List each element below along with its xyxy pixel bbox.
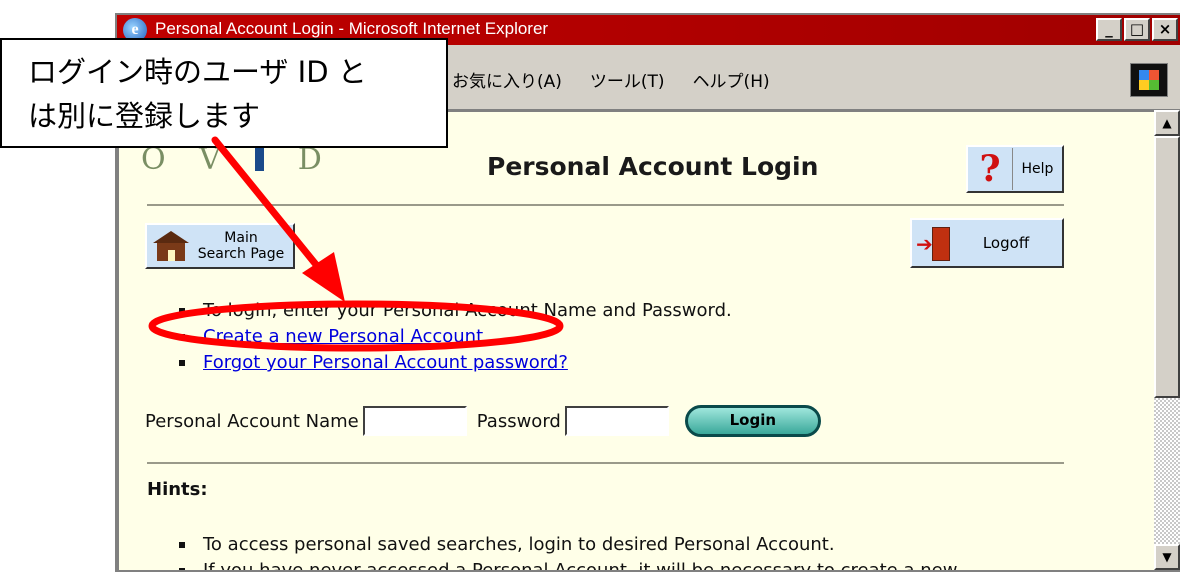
help-label: Help — [1021, 161, 1054, 177]
list-item: Create a new Personal Account — [179, 324, 732, 350]
list-item: To access personal saved searches, login… — [179, 532, 957, 558]
login-form: Personal Account Name Password Login — [145, 405, 821, 437]
instructions-list: To login, enter your Personal Account Na… — [179, 298, 732, 376]
scroll-thumb[interactable] — [1154, 136, 1180, 398]
main-search-label: Main Search Page — [197, 230, 285, 262]
exit-door-icon: ➔ — [916, 223, 950, 263]
divider — [147, 462, 1064, 464]
login-button[interactable]: Login — [684, 405, 821, 437]
page-title: Personal Account Login — [487, 152, 819, 181]
page-content: OV D Personal Account Login ? Help Main S… — [117, 110, 1180, 570]
list-item: Forgot your Personal Account password? — [179, 350, 732, 376]
scroll-down-arrow-icon[interactable]: ▼ — [1154, 544, 1180, 570]
logoff-label: Logoff — [982, 234, 1030, 252]
minimize-button[interactable]: _ — [1096, 18, 1122, 41]
create-account-link[interactable]: Create a new Personal Account — [203, 324, 483, 350]
house-icon — [153, 231, 189, 261]
vertical-scrollbar[interactable]: ▲ ▼ — [1154, 110, 1180, 570]
forgot-password-link[interactable]: Forgot your Personal Account password? — [203, 350, 568, 376]
annotation-callout: ログイン時のユーザ ID と は別に登録します — [0, 38, 448, 148]
hints-list: To access personal saved searches, login… — [179, 532, 957, 570]
scroll-up-arrow-icon[interactable]: ▲ — [1154, 110, 1180, 136]
divider — [147, 204, 1064, 206]
logoff-button[interactable]: ➔ Logoff — [910, 218, 1064, 268]
main-search-page-button[interactable]: Main Search Page — [145, 223, 295, 269]
question-mark-icon: ? — [968, 148, 1013, 190]
password-input[interactable] — [564, 406, 669, 436]
account-name-input[interactable] — [362, 406, 467, 436]
menu-help[interactable]: ヘルプ(H) — [693, 67, 770, 92]
help-button[interactable]: ? Help — [966, 145, 1064, 193]
account-name-label: Personal Account Name — [145, 410, 359, 432]
list-item: If you have never accessed a Personal Ac… — [179, 558, 957, 570]
window-title: Personal Account Login - Microsoft Inter… — [155, 19, 549, 38]
password-label: Password — [476, 410, 561, 432]
windows-logo-icon — [1130, 63, 1168, 97]
restore-button[interactable]: □ — [1124, 18, 1150, 41]
hints-title: Hints: — [147, 479, 208, 500]
menu-tools[interactable]: ツール(T) — [590, 67, 665, 92]
close-button[interactable]: × — [1152, 18, 1178, 41]
list-item: To login, enter your Personal Account Na… — [179, 298, 732, 324]
callout-line-1: ログイン時のユーザ ID と — [28, 55, 367, 89]
callout-line-2: は別に登録します — [28, 99, 261, 133]
menu-favorites[interactable]: お気に入り(A) — [452, 67, 562, 92]
